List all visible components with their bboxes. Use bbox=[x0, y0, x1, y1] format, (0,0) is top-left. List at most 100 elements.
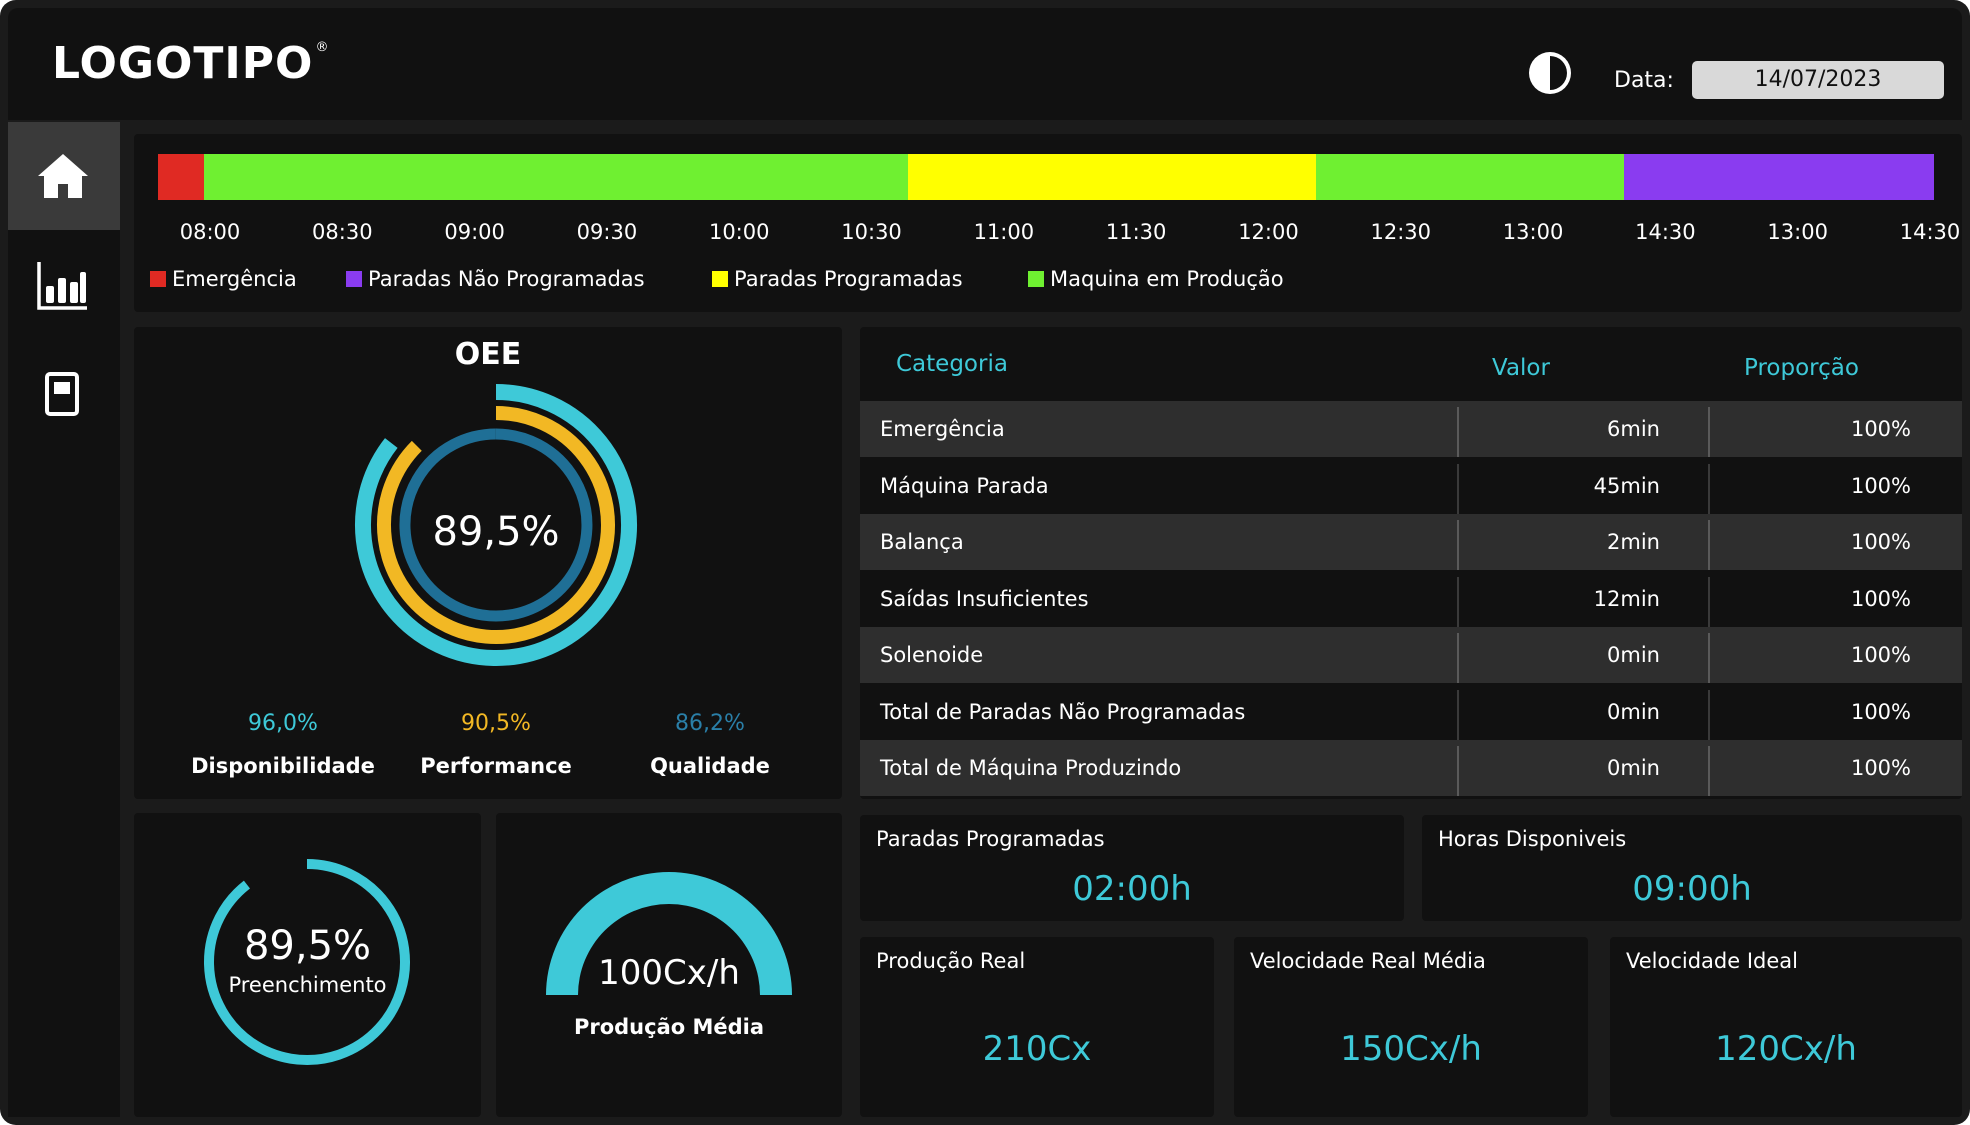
logo: LOGOTIPO ® bbox=[52, 38, 329, 89]
timeline-segment bbox=[158, 154, 205, 200]
column-divider bbox=[1457, 463, 1459, 514]
table-row: Solenoide 0min 100% bbox=[860, 627, 1962, 683]
timeline-segment bbox=[1624, 154, 1934, 200]
home-icon bbox=[38, 154, 88, 198]
table-row: Total de Máquina Produzindo 0min 100% bbox=[860, 740, 1962, 796]
cell-category: Máquina Parada bbox=[880, 473, 1049, 498]
column-divider bbox=[1457, 407, 1459, 457]
legend-item: Paradas Não Programadas bbox=[346, 267, 645, 291]
timeline-tick-label: 08:30 bbox=[312, 220, 373, 244]
column-divider bbox=[1708, 407, 1710, 457]
kpi-quality: 86,2% Qualidade bbox=[610, 711, 810, 778]
legend-label: Paradas Não Programadas bbox=[368, 267, 645, 291]
report-icon bbox=[45, 372, 79, 416]
legend-swatch bbox=[712, 271, 728, 287]
cell-category: Solenoide bbox=[880, 643, 984, 667]
timeline-tick-label: 12:30 bbox=[1370, 220, 1432, 244]
cell-proportion: 100% bbox=[1850, 586, 1911, 611]
table-row: Saídas Insuficientes 12min 100% bbox=[860, 571, 1962, 627]
timeline-tick-label: 10:30 bbox=[841, 220, 902, 244]
column-divider bbox=[1457, 633, 1459, 683]
sidebar bbox=[8, 122, 120, 1117]
legend-item: Paradas Programadas bbox=[712, 267, 963, 291]
cell-value: 0min bbox=[1607, 699, 1660, 724]
stat-ideal-speed-title: Velocidade Ideal bbox=[1626, 949, 1798, 973]
legend-swatch bbox=[150, 271, 166, 287]
top-bar: LOGOTIPO ® Data: bbox=[8, 8, 1962, 120]
oee-panel: OEE 89,5% 96,0% Disponibilidade 90,5% Pe… bbox=[134, 327, 842, 799]
gauge-value: 100Cx/h bbox=[598, 953, 740, 993]
table-row: Total de Paradas Não Programadas 0min 100% bbox=[860, 684, 1962, 740]
cell-value: 6min bbox=[1607, 417, 1660, 441]
legend-label: Maquina em Produção bbox=[1050, 267, 1284, 291]
timeline-tick-label: 08:00 bbox=[179, 220, 241, 244]
fill-panel: 89,5% Preenchimento bbox=[134, 813, 481, 1117]
stat-avg-real-speed-title: Velocidade Real Média bbox=[1250, 949, 1486, 973]
stat-real-production-title: Produção Real bbox=[876, 949, 1026, 973]
column-divider bbox=[1708, 576, 1710, 627]
legend-swatch bbox=[1028, 271, 1044, 287]
oee-value: 89,5% bbox=[432, 509, 560, 555]
table-row: Emergência 6min 100% bbox=[860, 401, 1962, 457]
timeline-tick-label: 13:00 bbox=[1767, 220, 1828, 244]
sidebar-item-reports[interactable] bbox=[8, 338, 120, 446]
column-divider bbox=[1457, 520, 1459, 570]
cell-category: Balança bbox=[880, 530, 964, 554]
sidebar-item-home[interactable] bbox=[8, 122, 120, 230]
timeline-segment bbox=[908, 154, 1316, 200]
dashboard-app: LOGOTIPO ® Data: 14/07/2023 08:00 08:30 … bbox=[0, 0, 1970, 1125]
column-divider bbox=[1708, 633, 1710, 683]
cell-proportion: 100% bbox=[1850, 699, 1911, 724]
stat-ideal-speed: Velocidade Ideal 120Cx/h bbox=[1610, 937, 1962, 1117]
stat-real-production: Produção Real 210Cx bbox=[860, 937, 1214, 1117]
stat-scheduled-stops: Paradas Programadas 02:00h bbox=[860, 815, 1404, 921]
cell-value: 12min bbox=[1593, 586, 1660, 611]
cell-category: Total de Paradas Não Programadas bbox=[880, 699, 1246, 724]
timeline-panel: 08:00 08:30 09:00 09:30 10:00 10:30 11:00 11:30… bbox=[134, 134, 1962, 312]
cell-proportion: 100% bbox=[1850, 643, 1911, 667]
column-header-value: Valor bbox=[1492, 355, 1550, 381]
cell-proportion: 100% bbox=[1850, 530, 1911, 554]
kpi-performance-label: Performance bbox=[420, 754, 572, 778]
date-input[interactable] bbox=[1692, 61, 1944, 99]
timeline-tick-label: 14:30 bbox=[1635, 220, 1696, 244]
legend-label: Emergência bbox=[172, 267, 297, 291]
timeline-tick-label: 14:30 bbox=[1899, 220, 1961, 244]
stat-scheduled-stops-value: 02:00h bbox=[1072, 869, 1192, 909]
stat-available-hours-value: 09:00h bbox=[1632, 869, 1752, 909]
stat-available-hours-title: Horas Disponiveis bbox=[1438, 827, 1627, 851]
contrast-icon[interactable] bbox=[1529, 52, 1571, 94]
column-divider bbox=[1457, 746, 1459, 796]
logo-text: LOGOTIPO bbox=[52, 38, 314, 89]
timeline-tick-label: 12:00 bbox=[1238, 220, 1299, 244]
column-divider bbox=[1708, 689, 1710, 740]
cell-category: Total de Máquina Produzindo bbox=[880, 756, 1182, 780]
fill-label: Preenchimento bbox=[228, 973, 387, 997]
cell-value: 0min bbox=[1607, 756, 1660, 780]
timeline-tick-label: 13:00 bbox=[1502, 220, 1564, 244]
timeline-axis: 08:00 08:30 09:00 09:30 10:00 10:30 11:00 11:30… bbox=[134, 220, 1962, 248]
cell-proportion: 100% bbox=[1850, 417, 1911, 441]
stat-avg-real-speed-value: 150Cx/h bbox=[1340, 1029, 1482, 1069]
stat-available-hours: Horas Disponiveis 09:00h bbox=[1422, 815, 1962, 921]
oee-title: OEE bbox=[454, 337, 522, 372]
legend-label: Paradas Programadas bbox=[734, 267, 963, 291]
cell-value: 45min bbox=[1593, 473, 1660, 498]
cell-proportion: 100% bbox=[1850, 756, 1911, 780]
stat-ideal-speed-value: 120Cx/h bbox=[1715, 1029, 1857, 1069]
fill-value: 89,5% bbox=[243, 923, 372, 969]
kpi-availability: 96,0% Disponibilidade bbox=[183, 711, 383, 778]
timeline-segment bbox=[204, 154, 909, 200]
cell-category: Emergência bbox=[880, 417, 1005, 441]
kpi-quality-label: Qualidade bbox=[650, 754, 770, 778]
bar-chart-icon bbox=[37, 262, 87, 310]
date-label: Data: bbox=[1614, 68, 1674, 93]
timeline-bar bbox=[158, 154, 1934, 200]
sidebar-item-charts[interactable] bbox=[8, 230, 120, 338]
gauge-label: Produção Média bbox=[573, 1015, 765, 1039]
cell-value: 2min bbox=[1607, 530, 1660, 554]
column-header-category: Categoria bbox=[896, 351, 1008, 377]
stat-scheduled-stops-title: Paradas Programadas bbox=[876, 827, 1105, 851]
kpi-quality-value: 86,2% bbox=[675, 711, 745, 736]
cell-value: 0min bbox=[1607, 643, 1660, 667]
